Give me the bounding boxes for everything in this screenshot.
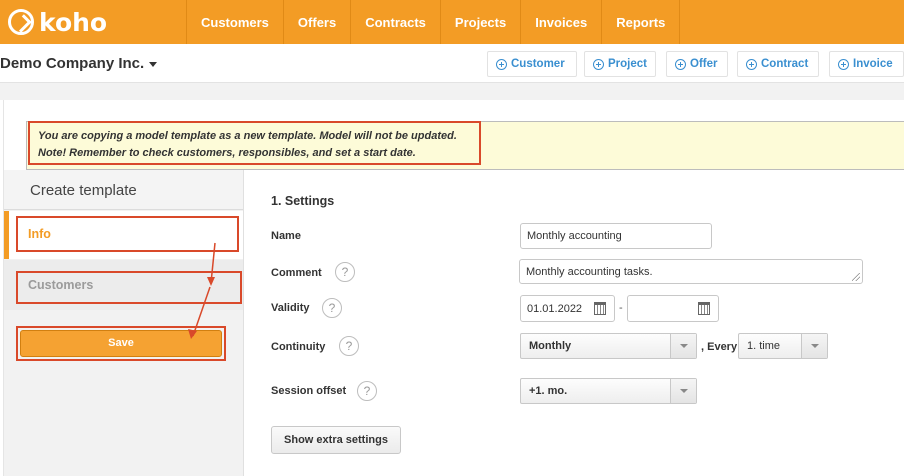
comment-label: Comment (271, 267, 322, 279)
comment-help-icon[interactable]: ? (335, 262, 355, 282)
name-value: Monthly accounting (527, 230, 622, 242)
every-value: 1. time (747, 340, 781, 352)
resize-handle-icon[interactable] (852, 273, 860, 281)
comment-textarea[interactable]: Monthly accounting tasks. (519, 259, 863, 284)
show-extra-settings-button[interactable]: Show extra settings (271, 426, 401, 454)
continuity-help-icon[interactable]: ? (339, 336, 359, 356)
annotation-arrows (188, 242, 216, 339)
validity-label: Validity (271, 302, 310, 314)
comment-value: Monthly accounting tasks. (526, 265, 653, 278)
continuity-select[interactable]: Monthly (520, 333, 697, 359)
continuity-label: Continuity (271, 341, 326, 353)
session-offset-select[interactable]: +1. mo. (520, 378, 697, 404)
session-offset-label: Session offset (271, 385, 347, 397)
validity-end-input[interactable] (627, 295, 719, 322)
session-offset-help-icon[interactable]: ? (357, 381, 377, 401)
calendar-icon[interactable] (698, 302, 710, 315)
name-label: Name (271, 230, 301, 242)
validity-separator: - (619, 302, 623, 314)
validity-help-icon[interactable]: ? (322, 298, 342, 318)
session-offset-value: +1. mo. (529, 385, 568, 397)
chevron-down-icon (801, 334, 827, 358)
name-input[interactable]: Monthly accounting (520, 223, 712, 249)
every-label: , Every (701, 341, 738, 353)
chevron-down-icon (670, 334, 696, 358)
validity-start-value: 01.01.2022 (527, 302, 583, 315)
validity-start-input[interactable]: 01.01.2022 (520, 295, 615, 322)
every-select[interactable]: 1. time (738, 333, 828, 359)
continuity-value: Monthly (529, 340, 572, 352)
calendar-icon[interactable] (594, 302, 606, 315)
settings-heading: 1. Settings (271, 194, 335, 208)
chevron-down-icon (670, 379, 696, 403)
